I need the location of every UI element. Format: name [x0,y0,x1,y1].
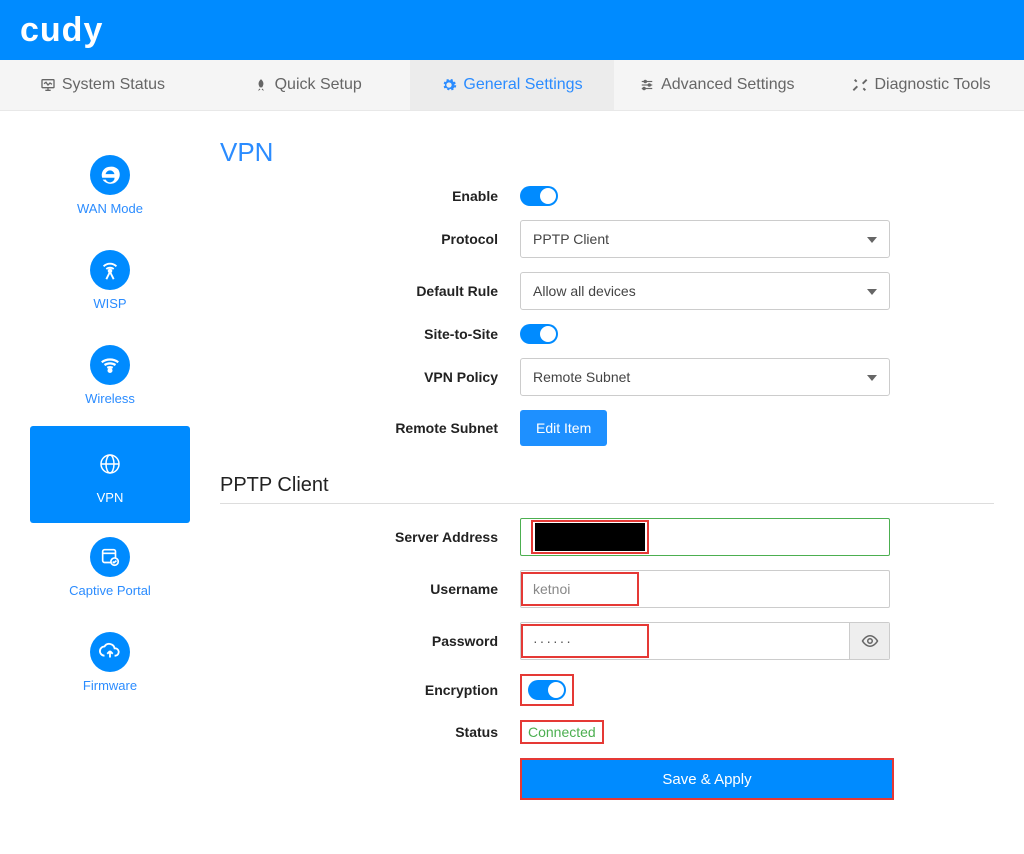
sidebar: WAN Mode WISP Wireless VPN Captive Porta… [10,131,210,814]
internet-explorer-icon [90,155,130,195]
cloud-upload-icon [90,632,130,672]
tab-general-settings[interactable]: General Settings [410,60,615,110]
tab-diagnostic-tools[interactable]: Diagnostic Tools [819,60,1024,110]
wifi-icon [90,345,130,385]
tab-label: General Settings [463,76,582,94]
sidebar-item-firmware[interactable]: Firmware [30,618,190,713]
tab-label: Diagnostic Tools [874,76,990,94]
sidebar-label: Wireless [85,391,135,406]
sidebar-label: WAN Mode [77,201,143,216]
select-value: Allow all devices [533,283,636,299]
top-tabs: System Status Quick Setup General Settin… [0,60,1024,111]
sidebar-label: Firmware [83,678,137,693]
label-site-to-site: Site-to-Site [220,326,520,342]
label-password: Password [220,633,520,649]
antenna-icon [90,250,130,290]
label-username: Username [220,581,520,597]
label-enable: Enable [220,188,520,204]
sidebar-item-wisp[interactable]: WISP [30,236,190,331]
tab-system-status[interactable]: System Status [0,60,205,110]
redacted-server-value [535,523,645,551]
tab-label: System Status [62,76,165,94]
tab-advanced-settings[interactable]: Advanced Settings [614,60,819,110]
pptp-section-title: PPTP Client [220,474,994,504]
monitor-icon [40,77,56,93]
username-input[interactable]: ketnoi [520,570,890,608]
tab-label: Quick Setup [275,76,362,94]
select-value: Remote Subnet [533,369,630,385]
label-default-rule: Default Rule [220,283,520,299]
label-vpn-policy: VPN Policy [220,369,520,385]
brand-logo: cudy [20,11,103,50]
label-encryption: Encryption [220,682,520,698]
tab-label: Advanced Settings [661,76,794,94]
content-area: VPN Enable Protocol PPTP Client Default … [210,131,1014,814]
username-value: ketnoi [521,572,639,606]
enable-toggle[interactable] [520,186,558,206]
site-to-site-toggle[interactable] [520,324,558,344]
status-value: Connected [528,724,596,740]
sidebar-item-wireless[interactable]: Wireless [30,331,190,426]
globe-icon [90,444,130,484]
top-header: cudy [0,0,1024,60]
edit-item-button[interactable]: Edit Item [520,410,607,446]
password-value: ······ [521,624,649,658]
rocket-icon [253,77,269,93]
save-apply-button[interactable]: Save & Apply [522,760,892,798]
portal-icon [90,537,130,577]
protocol-select[interactable]: PPTP Client [520,220,890,258]
sidebar-item-vpn[interactable]: VPN [30,426,190,523]
tools-icon [852,77,868,93]
gear-icon [441,77,457,93]
tab-quick-setup[interactable]: Quick Setup [205,60,410,110]
sidebar-label: WISP [93,296,126,311]
server-address-input[interactable] [520,518,890,556]
label-protocol: Protocol [220,231,520,247]
show-password-icon[interactable] [849,623,889,659]
label-status: Status [220,724,520,740]
encryption-toggle[interactable] [528,680,566,700]
label-remote-subnet: Remote Subnet [220,420,520,436]
sidebar-label: Captive Portal [69,583,151,598]
sidebar-label: VPN [97,490,124,505]
sidebar-item-wan-mode[interactable]: WAN Mode [30,141,190,236]
label-server-address: Server Address [220,529,520,545]
sidebar-item-captive-portal[interactable]: Captive Portal [30,523,190,618]
sliders-icon [639,77,655,93]
vpn-policy-select[interactable]: Remote Subnet [520,358,890,396]
password-input[interactable]: ······ [520,622,890,660]
default-rule-select[interactable]: Allow all devices [520,272,890,310]
page-title: VPN [220,137,994,168]
select-value: PPTP Client [533,231,609,247]
